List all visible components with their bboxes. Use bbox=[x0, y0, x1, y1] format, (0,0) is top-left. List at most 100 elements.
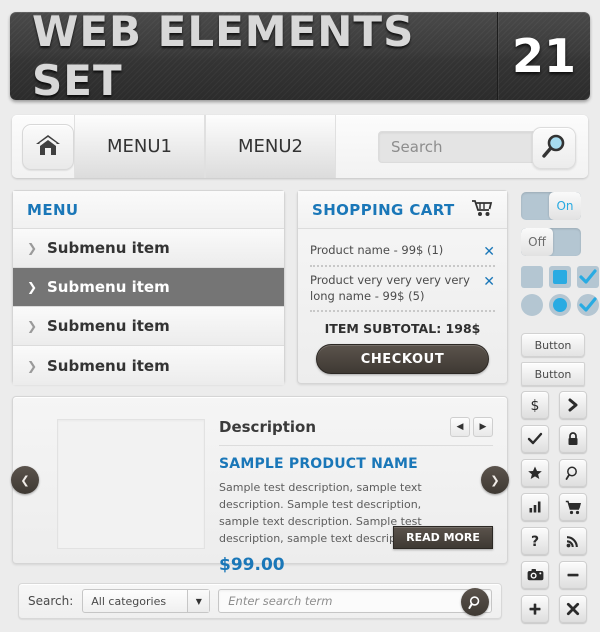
cart-icon bbox=[565, 500, 581, 514]
check-icon bbox=[579, 269, 597, 284]
bar-chart-icon-button[interactable] bbox=[521, 493, 549, 521]
home-button[interactable] bbox=[22, 123, 74, 170]
nav-tab-menu1[interactable]: MENU1 bbox=[74, 115, 205, 178]
bar-chart-icon bbox=[529, 501, 541, 513]
menu-item-label: Submenu item bbox=[47, 356, 170, 375]
minus-icon-button[interactable] bbox=[559, 561, 587, 589]
cart-body: Product name - 99$ (1) ✕ Product very ve… bbox=[298, 229, 507, 384]
svg-text:?: ? bbox=[531, 534, 539, 549]
chevron-down-icon: ▼ bbox=[187, 590, 210, 612]
nav-search-button[interactable] bbox=[532, 127, 576, 169]
cart-item-name: Product very very very very long name - … bbox=[310, 273, 470, 303]
description-title: Description bbox=[219, 418, 317, 436]
chevron-right-icon: ❯ bbox=[27, 280, 38, 294]
chevron-right-icon bbox=[568, 398, 578, 412]
cart-panel-header: SHOPPING CART bbox=[298, 191, 507, 229]
category-select-value: All categories bbox=[91, 594, 167, 608]
star-icon bbox=[528, 466, 542, 479]
dollar-icon: $ bbox=[531, 398, 540, 413]
radio-filled[interactable] bbox=[549, 294, 571, 316]
menu-panel: MENU ❯ Submenu item ❯ Submenu item ❯ Sub… bbox=[12, 190, 285, 385]
nav-tab-label: MENU2 bbox=[238, 136, 303, 157]
nav-search-area: Search bbox=[336, 115, 588, 178]
search-icon bbox=[541, 133, 567, 163]
plus-icon bbox=[529, 603, 541, 615]
bottom-search-input[interactable]: Enter search term bbox=[218, 589, 492, 613]
description-header: Description ◀ ▶ bbox=[219, 417, 493, 446]
check-icon bbox=[579, 297, 597, 312]
menu-item-label: Submenu item bbox=[47, 278, 170, 296]
star-icon-button[interactable] bbox=[521, 459, 549, 487]
cart-panel-title: SHOPPING CART bbox=[312, 200, 455, 219]
carousel-prev-button[interactable]: ❮ bbox=[11, 466, 39, 494]
close-icon-button[interactable] bbox=[559, 595, 587, 623]
chevron-right-icon: ❯ bbox=[27, 319, 38, 333]
camera-icon-button[interactable] bbox=[521, 561, 549, 589]
toggle-switch-off[interactable]: Off bbox=[521, 228, 581, 256]
shopping-cart-panel: SHOPPING CART Product name - 99$ (1) ✕ P bbox=[297, 190, 508, 384]
check-icon bbox=[527, 432, 543, 445]
plus-icon-button[interactable] bbox=[521, 595, 549, 623]
rss-icon-button[interactable] bbox=[559, 527, 587, 555]
toggle-knob: On bbox=[549, 192, 581, 220]
menu-item-1[interactable]: ❯ Submenu item bbox=[13, 229, 284, 268]
bottom-search-label: Search: bbox=[28, 594, 74, 608]
product-price: $99.00 bbox=[219, 555, 285, 576]
category-select[interactable]: All categories ▼ bbox=[82, 589, 211, 613]
radio-checked[interactable] bbox=[577, 294, 599, 316]
radio-empty[interactable] bbox=[521, 294, 543, 316]
cart-item-remove-button[interactable]: ✕ bbox=[483, 243, 495, 259]
checkbox-checked[interactable] bbox=[577, 266, 599, 288]
menu-item-label: Submenu item bbox=[47, 239, 170, 257]
cart-item-1: Product name - 99$ (1) ✕ bbox=[310, 237, 495, 265]
lock-icon-button[interactable] bbox=[559, 425, 587, 453]
question-icon-button[interactable]: ? bbox=[521, 527, 549, 555]
menu-item-label: Submenu item bbox=[47, 317, 170, 335]
menu-item-4[interactable]: ❯ Submenu item bbox=[13, 346, 284, 385]
question-icon: ? bbox=[531, 534, 539, 549]
sidebar-button-1[interactable]: Button bbox=[521, 333, 585, 357]
menu-item-2[interactable]: ❯ Submenu item bbox=[13, 268, 284, 307]
next-button[interactable]: ▶ bbox=[473, 417, 493, 437]
menu-panel-header: MENU bbox=[13, 191, 284, 229]
chevron-right-icon-button[interactable] bbox=[559, 391, 587, 419]
checkout-button[interactable]: CHECKOUT bbox=[316, 344, 489, 375]
checkbox-empty[interactable] bbox=[521, 266, 543, 288]
search-icon bbox=[467, 595, 479, 609]
menu-item-3[interactable]: ❯ Submenu item bbox=[13, 307, 284, 346]
search-icon bbox=[565, 466, 577, 480]
cart-item-name: Product name - 99$ (1) bbox=[310, 243, 444, 257]
banner-title: WEB ELEMENTS SET bbox=[10, 7, 498, 105]
read-more-button[interactable]: READ MORE bbox=[393, 526, 493, 549]
nav-search-placeholder: Search bbox=[391, 137, 443, 156]
checkbox-filled[interactable] bbox=[549, 266, 571, 288]
minus-icon bbox=[567, 573, 579, 577]
product-name: SAMPLE PRODUCT NAME bbox=[219, 456, 418, 472]
dollar-icon-button[interactable]: $ bbox=[521, 391, 549, 419]
svg-text:$: $ bbox=[531, 398, 540, 413]
cart-item-remove-button[interactable]: ✕ bbox=[483, 273, 495, 289]
home-icon bbox=[35, 133, 61, 161]
sidebar-button-2[interactable]: Button bbox=[521, 362, 585, 386]
bottom-search-button[interactable] bbox=[461, 588, 489, 616]
chevron-right-icon: ❯ bbox=[27, 241, 38, 255]
search-icon-button[interactable] bbox=[559, 459, 587, 487]
product-description-area: Description ◀ ▶ SAMPLE PRODUCT NAME Samp… bbox=[219, 417, 493, 575]
prev-button[interactable]: ◀ bbox=[450, 417, 470, 437]
cart-subtotal: ITEM SUBTOTAL: 198$ bbox=[324, 321, 481, 337]
nav-tab-label: MENU1 bbox=[107, 136, 172, 157]
carousel-next-button[interactable]: ❯ bbox=[481, 466, 509, 494]
product-image-placeholder bbox=[57, 419, 205, 549]
lock-icon bbox=[568, 432, 578, 445]
cart-item-2: Product very very very very long name - … bbox=[310, 267, 495, 310]
bottom-search-bar: Search: All categories ▼ Enter search te… bbox=[18, 583, 502, 619]
bottom-search-placeholder: Enter search term bbox=[228, 594, 333, 608]
banner-number: 21 bbox=[511, 29, 576, 83]
cart-icon-button[interactable] bbox=[559, 493, 587, 521]
toggle-switch-on[interactable]: On bbox=[521, 192, 581, 220]
radio-fill-icon bbox=[553, 298, 567, 312]
check-icon-button[interactable] bbox=[521, 425, 549, 453]
nav-tab-menu2[interactable]: MENU2 bbox=[205, 115, 336, 178]
description-nav-buttons: ◀ ▶ bbox=[450, 417, 493, 437]
close-icon bbox=[566, 602, 580, 616]
